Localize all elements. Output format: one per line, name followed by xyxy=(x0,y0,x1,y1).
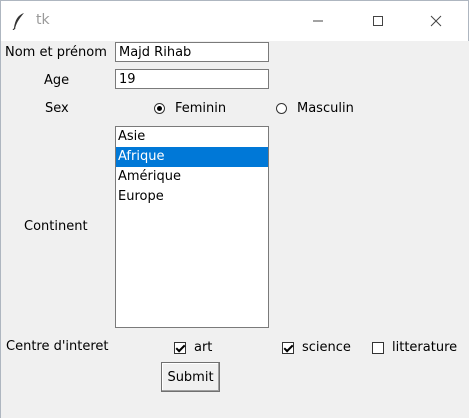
maximize-button[interactable] xyxy=(355,1,401,41)
checkbox-art-box[interactable] xyxy=(174,341,186,354)
checkbox-litterature-label: litterature xyxy=(392,340,458,355)
maximize-icon xyxy=(373,16,383,26)
interest-label: Centre d'interet xyxy=(6,339,109,354)
name-input[interactable] xyxy=(115,42,269,62)
sex-label: Sex xyxy=(45,101,69,116)
name-label: Nom et prénom xyxy=(5,45,107,60)
checkbox-litterature[interactable]: litterature xyxy=(372,340,457,355)
checkbox-science-box[interactable] xyxy=(282,341,294,354)
checkbox-art[interactable]: art xyxy=(174,340,212,355)
submit-button[interactable]: Submit xyxy=(161,362,220,392)
list-item[interactable]: Afrique xyxy=(116,147,268,167)
minimize-button[interactable] xyxy=(295,1,341,41)
radio-feminin-indicator[interactable] xyxy=(154,103,165,114)
list-item[interactable]: Amérique xyxy=(116,167,268,187)
age-input[interactable] xyxy=(115,69,269,89)
app-window: tk Nom et prénom Age Sex Feminin Masculi… xyxy=(0,0,469,418)
checkbox-science[interactable]: science xyxy=(282,340,351,355)
feather-icon xyxy=(12,13,24,30)
form-area: Nom et prénom Age Sex Feminin Masculin C… xyxy=(1,41,469,418)
radio-masculin-indicator[interactable] xyxy=(276,103,287,114)
checkbox-science-label: science xyxy=(302,340,351,355)
close-icon xyxy=(430,15,442,27)
radio-feminin[interactable]: Feminin xyxy=(154,101,226,116)
age-label: Age xyxy=(44,73,70,88)
continent-label: Continent xyxy=(24,219,88,234)
radio-masculin-label: Masculin xyxy=(297,101,354,116)
list-item[interactable]: Europe xyxy=(116,187,268,207)
checkbox-art-label: art xyxy=(194,340,213,355)
list-item[interactable]: Asie xyxy=(116,127,268,147)
window-title: tk xyxy=(36,12,50,28)
close-button[interactable] xyxy=(413,1,459,41)
title-bar[interactable]: tk xyxy=(1,1,468,41)
checkbox-litterature-box[interactable] xyxy=(372,341,384,354)
minimize-icon xyxy=(313,20,323,22)
radio-masculin[interactable]: Masculin xyxy=(276,101,354,116)
continent-listbox[interactable]: Asie Afrique Amérique Europe xyxy=(115,126,269,328)
radio-feminin-label: Feminin xyxy=(175,101,227,116)
